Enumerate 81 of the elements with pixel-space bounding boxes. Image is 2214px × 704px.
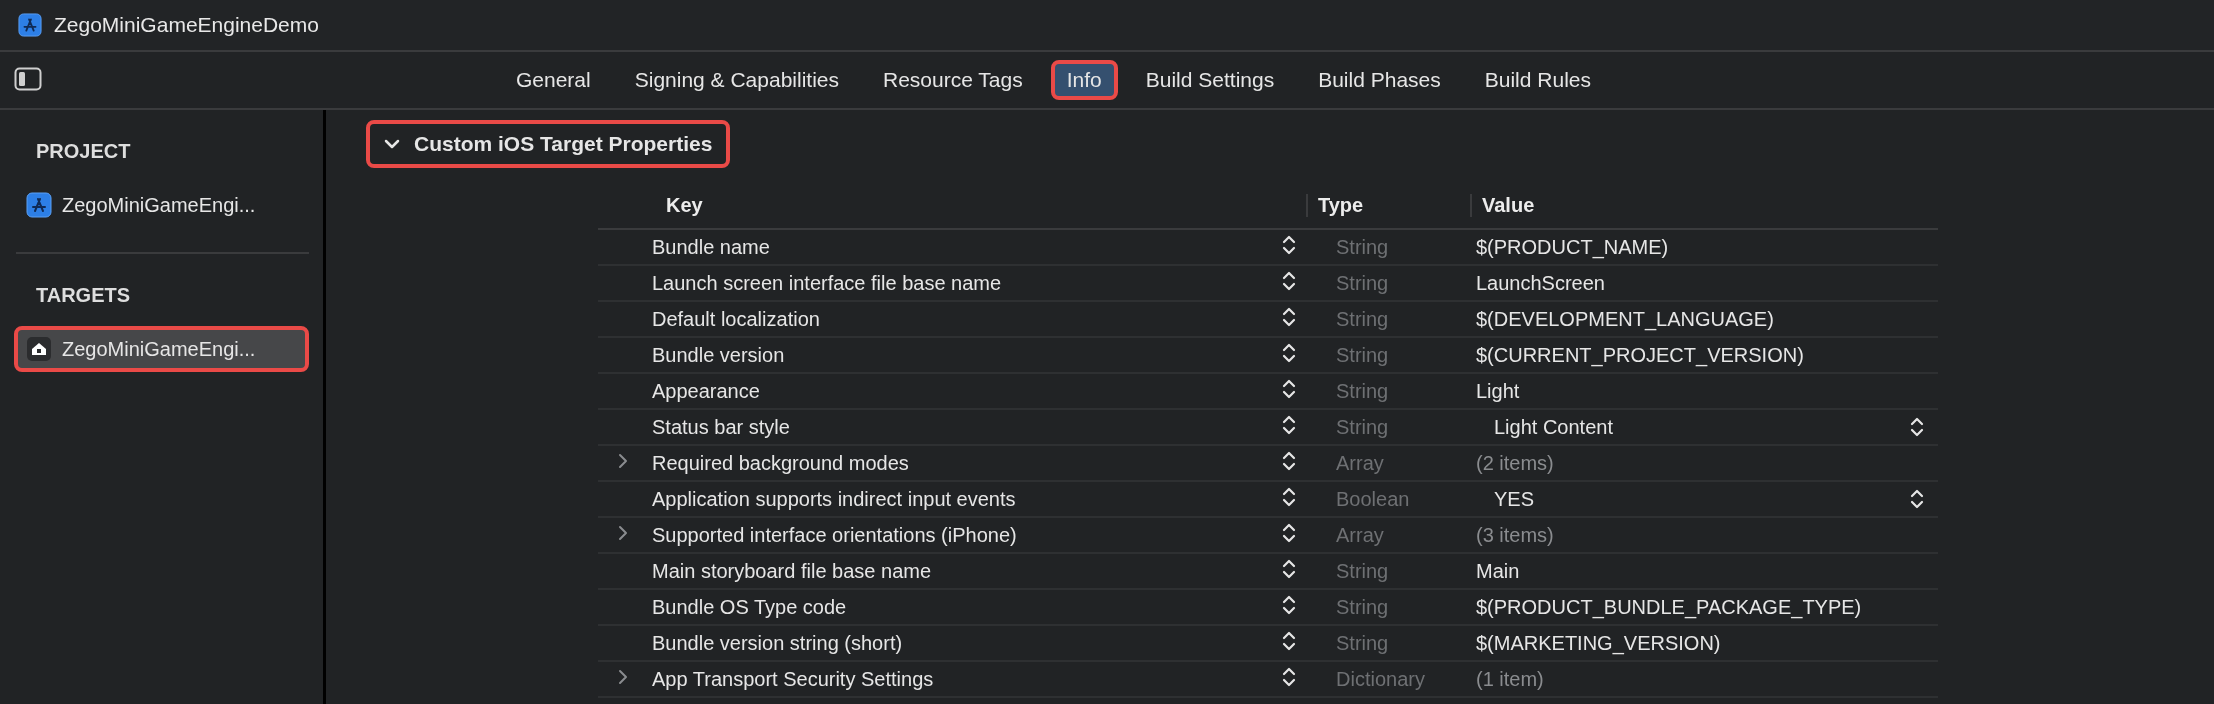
value-cell-text: Light [1476,379,1521,403]
stepper-icon[interactable] [1282,594,1296,616]
value-popup[interactable]: YES [1476,483,1934,515]
stepper-icon[interactable] [1282,234,1296,256]
type-cell-text: String [1336,559,1390,583]
sidebar-toggle-icon[interactable] [14,67,42,91]
tab[interactable]: Build Phases [1302,60,1457,100]
value-cell-text: $(DEVELOPMENT_LANGUAGE) [1476,307,1775,331]
column-header[interactable]: Type [1306,193,1470,217]
stepper-icon[interactable] [1282,630,1296,652]
stepper-icon[interactable] [1282,558,1296,580]
stepper-icon[interactable] [1282,270,1296,292]
stepper-icon[interactable] [1282,666,1296,688]
key-cell-text: App Transport Security Settings [652,667,935,691]
stepper-icon[interactable] [1282,414,1296,436]
key-cell-text: Default localization [652,307,821,331]
chevron-icon [384,138,400,150]
key-cell-text: Required background modes [652,451,910,475]
stepper-icon[interactable] [1910,488,1924,510]
sidebar-item[interactable]: ZegoMiniGameEngi... [14,182,309,228]
type-cell-text: String [1336,235,1390,259]
section-title: Custom iOS Target Properties [414,132,713,156]
stepper-icon[interactable] [1282,378,1296,400]
key-cell-text: Appearance [652,379,761,403]
app-store-icon [18,13,42,37]
value-cell-text: (1 item) [1476,667,1545,691]
type-cell-text: String [1336,307,1390,331]
column-header[interactable]: Key [598,193,1306,217]
value-cell-text: LaunchScreen [1476,271,1606,295]
key-cell-text: Supported interface orientations (iPhone) [652,523,1018,547]
type-cell-text: String [1336,271,1390,295]
value-cell-text: (3 items) [1476,523,1555,547]
tab[interactable]: Build Rules [1468,60,1607,100]
type-cell-text: Array [1336,451,1385,475]
chevron-icon[interactable] [618,669,628,685]
value-cell-text: (2 items) [1476,451,1555,475]
value-cell-text: $(PRODUCT_NAME) [1476,235,1670,259]
stepper-icon[interactable] [1910,416,1924,438]
stepper-icon[interactable] [1282,522,1296,544]
tab[interactable]: Info [1050,60,1118,100]
stepper-icon[interactable] [1282,342,1296,364]
type-cell-text: String [1336,343,1390,367]
sidebar-item[interactable]: ZegoMiniGameEngi... [14,326,309,372]
stepper-icon[interactable] [1282,486,1296,508]
type-cell-text: String [1336,631,1390,655]
value-cell-text: $(MARKETING_VERSION) [1476,631,1722,655]
app-store-icon [26,192,52,218]
sidebar-section-title: TARGETS [35,283,132,308]
tab[interactable]: General [500,60,607,100]
sidebar-item-label: ZegoMiniGameEngi... [62,193,256,217]
key-cell-text: Bundle name [652,235,771,259]
key-cell-text: Bundle OS Type code [652,595,848,619]
type-cell-text: String [1336,595,1390,619]
chevron-icon[interactable] [618,453,628,469]
tab[interactable]: Build Settings [1129,60,1291,100]
key-cell-text: Main storyboard file base name [652,559,933,583]
key-cell-text: Bundle version string (short) [652,631,904,655]
column-header[interactable]: Value [1470,193,1938,217]
type-cell-text: Array [1336,523,1385,547]
tab[interactable]: Resource Tags [867,60,1039,100]
value-cell-text: $(PRODUCT_BUNDLE_PACKAGE_TYPE) [1476,595,1863,619]
section-header[interactable]: Custom iOS Target Properties [366,120,731,168]
key-cell-text: Bundle version [652,343,786,367]
sidebar-section-title: PROJECT [35,139,132,164]
type-cell-text: String [1336,415,1390,439]
app-target-icon [26,336,52,362]
stepper-icon[interactable] [1282,450,1296,472]
type-cell-text: Boolean [1336,487,1411,511]
chevron-icon[interactable] [618,525,628,541]
value-cell-text: Main [1476,559,1521,583]
stepper-icon[interactable] [1282,306,1296,328]
value-popup[interactable]: Light Content [1476,411,1934,443]
key-cell-text: Launch screen interface file base name [652,271,1003,295]
key-cell-text: Application supports indirect input events [652,487,1017,511]
key-cell-text: Status bar style [652,415,791,439]
sidebar-item-label: ZegoMiniGameEngi... [62,337,256,361]
window-title: ZegoMiniGameEngineDemo [54,13,319,37]
tab[interactable]: Signing & Capabilities [618,60,855,100]
type-cell-text: String [1336,379,1390,403]
value-cell-text: $(CURRENT_PROJECT_VERSION) [1476,343,1805,367]
type-cell-text: Dictionary [1336,667,1426,691]
